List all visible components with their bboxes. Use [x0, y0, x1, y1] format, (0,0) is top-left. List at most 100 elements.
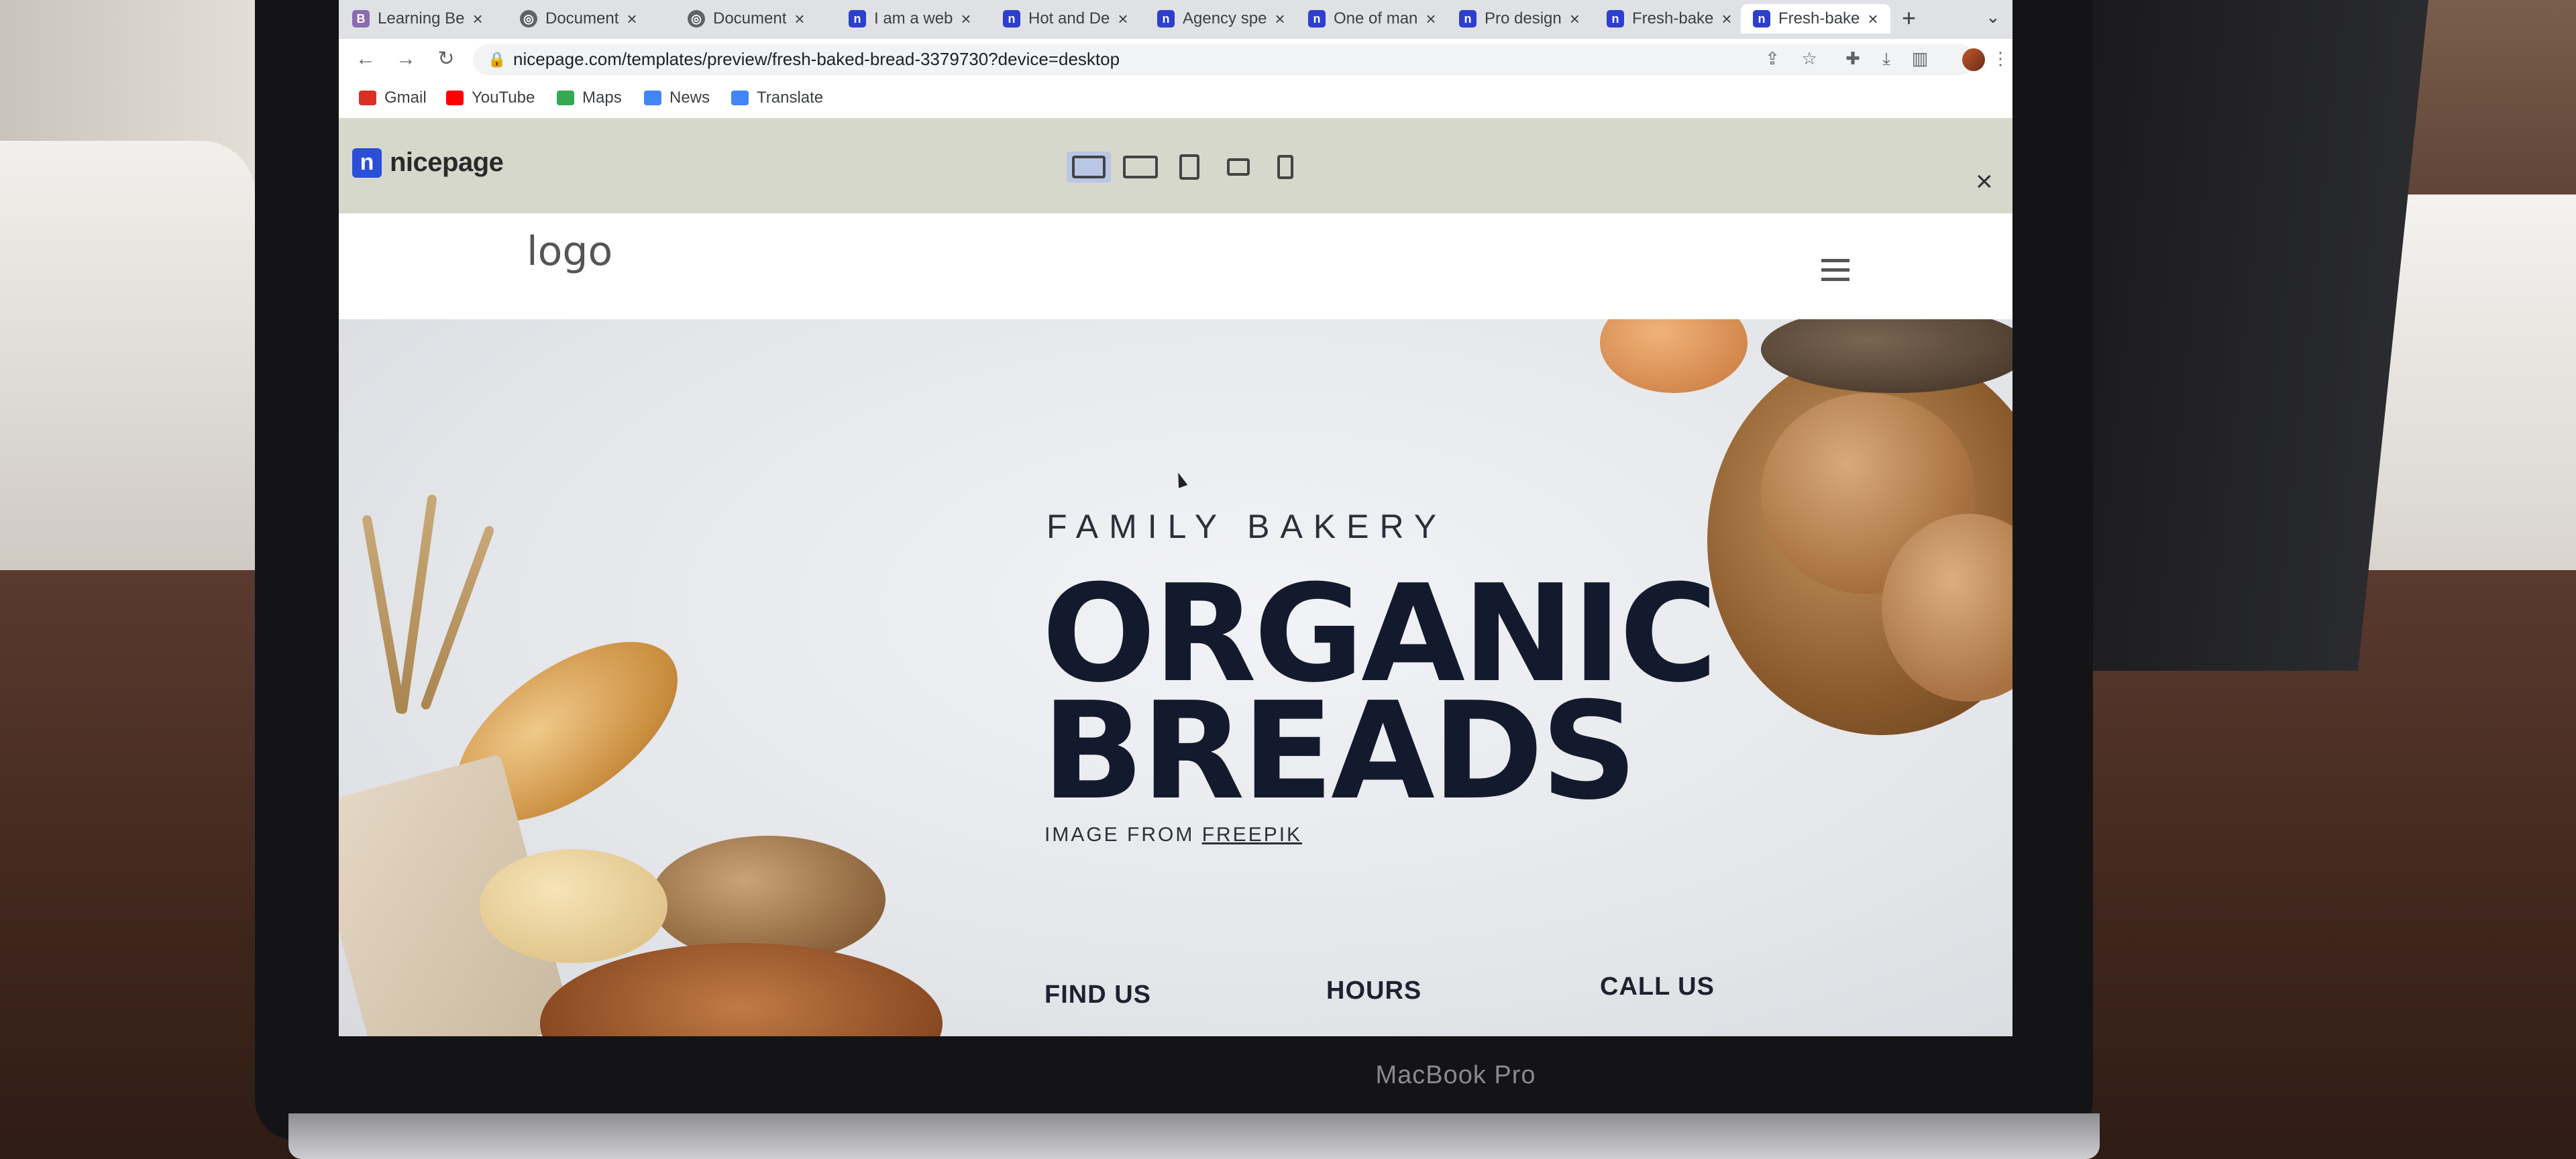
close-icon[interactable]: × — [1721, 9, 1731, 30]
close-icon[interactable]: × — [472, 9, 482, 30]
translate-icon — [731, 91, 749, 105]
tab-label: Fresh-bake — [1632, 9, 1714, 27]
phone-icon — [1277, 155, 1293, 179]
bookmark-translate[interactable]: Translate — [731, 89, 823, 107]
tab-active[interactable]: n Fresh-bake × — [1741, 4, 1890, 34]
desktop-icon — [1072, 156, 1106, 178]
tablet-view-button[interactable] — [1176, 152, 1203, 182]
avatar[interactable] — [1962, 48, 1985, 71]
laptop-icon — [1123, 156, 1158, 178]
bookmark-label: Maps — [582, 89, 622, 107]
nicepage-icon: n — [1753, 10, 1770, 27]
tab-strip: B Learning Be × ◎ Document × ◎ Document … — [339, 0, 2012, 39]
youtube-icon — [446, 91, 464, 105]
close-icon[interactable]: × — [1275, 9, 1285, 30]
call-us-heading: CALL US — [1600, 973, 1715, 1001]
hero-kicker: FAMILY BAKERY — [1046, 508, 1448, 545]
share-icon[interactable]: ⇪ — [1761, 47, 1784, 70]
tab-label: Document — [545, 9, 619, 27]
screen: B Learning Be × ◎ Document × ◎ Document … — [339, 0, 2012, 1036]
tab[interactable]: ◎ Document × — [520, 4, 637, 34]
tab-label: Agency spe — [1183, 9, 1267, 27]
tab-label: Document — [713, 9, 787, 27]
close-icon[interactable]: × — [961, 9, 971, 30]
find-us-heading: FIND US — [1044, 981, 1151, 1009]
tab-label: Hot and De — [1028, 9, 1110, 27]
extensions-icon[interactable]: ✚ — [1841, 47, 1864, 70]
phone-view-button[interactable] — [1273, 152, 1297, 182]
tab[interactable]: n I am a web × — [849, 4, 971, 34]
laptop-view-button[interactable] — [1120, 152, 1161, 182]
forward-icon[interactable]: → — [392, 46, 419, 72]
bookmark-star-icon[interactable]: ☆ — [1798, 47, 1821, 70]
bookmark-youtube[interactable]: YouTube — [446, 89, 535, 107]
mouse-cursor — [1173, 471, 1188, 488]
tab-label: One of man — [1334, 9, 1418, 27]
roll-image — [1600, 319, 1748, 393]
bookmark-gmail[interactable]: Gmail — [359, 89, 427, 107]
tab[interactable]: n Hot and De × — [1003, 4, 1128, 34]
bookmarks-bar: Gmail YouTube Maps News Translate — [339, 80, 2012, 119]
bookmark-label: News — [669, 89, 710, 107]
nicepage-icon: n — [849, 10, 866, 27]
image-credit: IMAGE FROM FREEPIK — [1044, 824, 1302, 846]
nicepage-icon: n — [1157, 10, 1175, 27]
tab[interactable]: ◎ Document × — [688, 4, 805, 34]
reload-icon[interactable]: ↻ — [433, 46, 460, 72]
close-icon[interactable]: × — [1570, 9, 1580, 30]
site-logo[interactable]: logo — [527, 228, 612, 275]
address-bar[interactable]: 🔒 nicepage.com/templates/preview/fresh-b… — [473, 44, 1976, 75]
download-icon[interactable]: ⤓ — [1875, 47, 1898, 70]
wheat-stalk — [362, 514, 406, 714]
tab[interactable]: n Fresh-bake × — [1607, 4, 1732, 34]
lock-icon: 🔒 — [488, 51, 506, 68]
news-icon — [644, 91, 661, 105]
desktop-view-button[interactable] — [1067, 152, 1111, 182]
tab-label: I am a web — [874, 9, 953, 27]
preview-bar: n nicepage × — [339, 118, 2012, 213]
close-icon[interactable]: × — [1976, 165, 1993, 199]
close-icon[interactable]: × — [1118, 9, 1128, 30]
credit-prefix: IMAGE FROM — [1044, 824, 1195, 846]
nicepage-icon: n — [352, 148, 382, 178]
gmail-icon — [359, 91, 376, 105]
hours-heading: HOURS — [1326, 977, 1422, 1005]
tab-label: Learning Be — [378, 9, 465, 27]
tablet-landscape-icon — [1227, 158, 1250, 176]
nicepage-icon: n — [1459, 10, 1477, 27]
tab[interactable]: n Agency spe × — [1157, 4, 1285, 34]
back-icon[interactable]: ← — [352, 46, 379, 72]
bookmark-label: Translate — [757, 89, 824, 107]
close-icon[interactable]: × — [794, 9, 804, 30]
nicepage-icon: n — [1308, 10, 1326, 27]
tab[interactable]: n Pro design × — [1459, 4, 1580, 34]
close-icon[interactable]: × — [1868, 9, 1878, 30]
tab-label: Pro design — [1485, 9, 1562, 27]
hero-section: FAMILY BAKERY ORGANIC BREADS IMAGE FROM … — [339, 319, 2012, 1036]
tablet-landscape-view-button[interactable] — [1223, 152, 1254, 182]
book-icon: B — [352, 10, 370, 27]
tab[interactable]: n One of man × — [1308, 4, 1436, 34]
nicepage-logo[interactable]: n nicepage — [352, 148, 504, 178]
nicepage-icon: n — [1607, 10, 1624, 27]
tablet-icon — [1179, 154, 1199, 180]
bookmark-maps[interactable]: Maps — [557, 89, 622, 107]
freepik-link[interactable]: FREEPIK — [1202, 824, 1302, 846]
wheat-stalk — [419, 525, 496, 711]
close-icon[interactable]: × — [1426, 9, 1436, 30]
macbook-base — [288, 1113, 2100, 1159]
tab[interactable]: B Learning Be × — [352, 4, 483, 34]
chair-left — [0, 141, 255, 570]
hamburger-menu-icon[interactable] — [1821, 259, 1849, 287]
menu-dots-icon[interactable]: ⋮ — [1989, 47, 2012, 70]
globe-icon: ◎ — [688, 10, 705, 27]
bookmark-label: Gmail — [384, 89, 427, 107]
chevron-down-icon[interactable]: ⌄ — [1986, 7, 2000, 27]
new-tab-button[interactable]: + — [1902, 4, 1916, 32]
side-panel-icon[interactable]: ▥ — [1909, 47, 1931, 70]
bookmark-news[interactable]: News — [644, 89, 710, 107]
globe-icon: ◎ — [520, 10, 537, 27]
close-icon[interactable]: × — [627, 9, 637, 30]
macbook-label: MacBook Pro — [1375, 1061, 1536, 1089]
hero-title-line-2: BREADS — [1042, 673, 1638, 830]
